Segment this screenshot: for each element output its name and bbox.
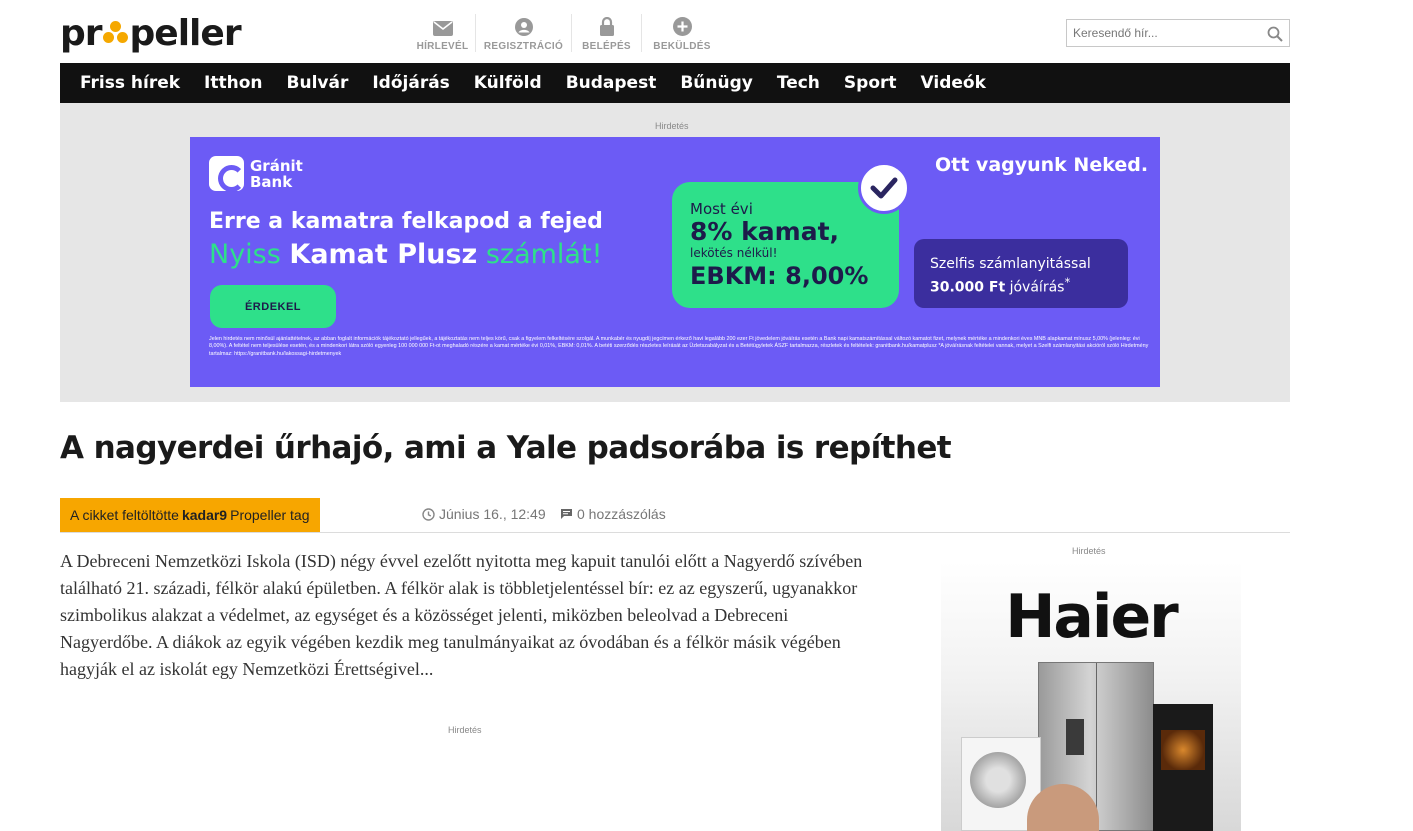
top-ad-zone: Hirdetés Gránit Bank Erre a kamatra felka… bbox=[60, 103, 1290, 402]
nav-item-itthon[interactable]: Itthon bbox=[192, 73, 274, 93]
register-link[interactable]: REGISZTRÁCIÓ bbox=[476, 14, 572, 52]
selfie-offer-sup: * bbox=[1064, 275, 1071, 289]
uploader-badge: A cikket feltöltötte kadar9 Propeller ta… bbox=[60, 498, 320, 532]
erdekel-button[interactable]: ÉRDEKEL bbox=[210, 285, 336, 328]
banner-sub-1: Nyiss bbox=[209, 239, 290, 270]
nav-item-sport[interactable]: Sport bbox=[832, 73, 909, 93]
article-lead: A Debreceni Nemzetközi Iskola (ISD) négy… bbox=[60, 551, 863, 679]
nav-item-friss-hirek[interactable]: Friss hírek bbox=[68, 73, 192, 93]
granit-bank-banner[interactable]: Gránit Bank Erre a kamatra felkapod a fej… bbox=[190, 137, 1160, 387]
comment-count[interactable]: 0 hozzászólás bbox=[560, 506, 666, 522]
submit-label: BEKÜLDÉS bbox=[653, 41, 711, 52]
nav-item-bunugy[interactable]: Bűnügy bbox=[668, 73, 765, 93]
nav-item-bulvar[interactable]: Bulvár bbox=[275, 73, 361, 93]
selfie-offer-box: Szelfis számlanyitással 30.000 Ft jóváír… bbox=[914, 239, 1128, 308]
propeller-logo-icon bbox=[102, 21, 129, 47]
banner-sub-2: Kamat Plusz bbox=[289, 239, 478, 270]
nav-item-videok[interactable]: Videók bbox=[909, 73, 998, 93]
article-date: Június 16., 12:49 bbox=[422, 506, 546, 522]
bank-logo: Gránit Bank bbox=[209, 156, 303, 192]
uploader-name[interactable]: kadar9 bbox=[182, 507, 227, 523]
banner-subline: Nyiss Kamat Plusz számlát! bbox=[209, 239, 602, 270]
meta-divider bbox=[60, 532, 1290, 533]
search-icon[interactable] bbox=[1267, 26, 1283, 42]
lock-icon bbox=[599, 17, 614, 36]
logo-text-left: pr bbox=[60, 13, 103, 54]
selfie-offer-amount: 30.000 Ft bbox=[930, 279, 1006, 296]
register-label: REGISZTRÁCIÓ bbox=[483, 41, 564, 52]
bank-g-icon bbox=[209, 156, 245, 192]
nav-item-budapest[interactable]: Budapest bbox=[554, 73, 669, 93]
comment-count-text: 0 hozzászólás bbox=[577, 506, 666, 522]
inline-ad-label: Hirdetés bbox=[448, 725, 482, 735]
login-link[interactable]: BELÉPÉS bbox=[572, 14, 642, 52]
selfie-offer-line1: Szelfis számlanyitással bbox=[930, 256, 1091, 272]
mail-icon bbox=[432, 21, 453, 36]
site-logo[interactable]: pr peller bbox=[60, 13, 242, 54]
nav-item-kulfold[interactable]: Külföld bbox=[462, 73, 554, 93]
ad-label: Hirdetés bbox=[655, 121, 689, 131]
logo-text-right: peller bbox=[129, 13, 242, 54]
plus-icon bbox=[672, 17, 692, 36]
login-label: BELÉPÉS bbox=[582, 41, 631, 52]
interest-line3: lekötés nélkül! bbox=[690, 246, 778, 260]
banner-headline: Erre a kamatra felkapod a fejed bbox=[209, 209, 603, 234]
article-title: A nagyerdei űrhajó, ami a Yale padsorába… bbox=[60, 430, 952, 466]
interest-line4: EBKM: 8,00% bbox=[690, 262, 869, 290]
bank-name-line1: Gránit bbox=[250, 156, 303, 175]
banner-fine-print: Jelen hirdetés nem minősül ajánlattételn… bbox=[209, 336, 1149, 357]
newsletter-link[interactable]: HÍRLEVÉL bbox=[410, 14, 476, 52]
user-icon bbox=[514, 18, 533, 36]
clock-icon bbox=[422, 507, 435, 521]
article-date-text: Június 16., 12:49 bbox=[439, 506, 546, 522]
bank-name-line2: Bank bbox=[250, 172, 293, 191]
submit-link[interactable]: BEKÜLDÉS bbox=[642, 14, 722, 52]
haier-ad[interactable]: Haier bbox=[941, 562, 1241, 831]
uploader-prefix: A cikket feltöltötte bbox=[70, 507, 179, 523]
interest-line2: 8% kamat, bbox=[690, 217, 840, 246]
search-input[interactable] bbox=[1067, 20, 1257, 46]
selfie-offer-text: jóváírás bbox=[1005, 279, 1065, 296]
sidebar-ad-label: Hirdetés bbox=[1072, 546, 1106, 556]
banner-slogan: Ott vagyunk Neked. bbox=[935, 154, 1149, 176]
uploader-suffix: Propeller tag bbox=[230, 507, 310, 523]
checkmark-icon bbox=[858, 162, 910, 214]
oven-image bbox=[1153, 704, 1213, 831]
haier-logo: Haier bbox=[1005, 582, 1179, 652]
search-box bbox=[1066, 19, 1290, 47]
nav-item-tech[interactable]: Tech bbox=[765, 73, 832, 93]
banner-sub-3: számlát! bbox=[477, 239, 603, 270]
main-nav: Friss hírek Itthon Bulvár Időjárás Külfö… bbox=[60, 63, 1290, 103]
newsletter-label: HÍRLEVÉL bbox=[416, 41, 469, 52]
nav-item-idojaras[interactable]: Időjárás bbox=[360, 73, 461, 93]
comment-icon bbox=[561, 509, 572, 519]
top-utility-nav: HÍRLEVÉL REGISZTRÁCIÓ BELÉPÉS BEKÜLDÉS bbox=[410, 14, 722, 52]
